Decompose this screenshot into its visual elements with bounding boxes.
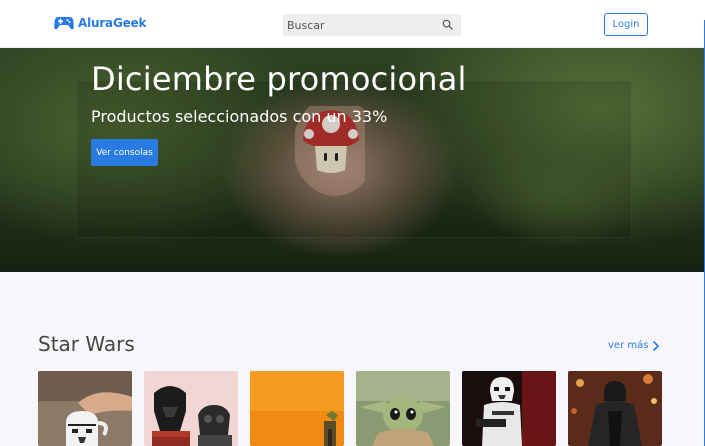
hero-title: Diciembre promocional (91, 60, 467, 98)
baby-yoda-image (356, 371, 450, 446)
product-card-yoda-figure[interactable] (250, 371, 344, 446)
hero-overlay-box (76, 80, 632, 238)
gamepad-icon (54, 17, 74, 30)
darth-vader-lego-image (144, 371, 238, 446)
see-more-label: ver más (608, 340, 649, 351)
view-consoles-button[interactable]: Ver consolas (91, 139, 158, 166)
logo-text: AluraGeek (78, 16, 147, 30)
product-card-kylo-ren-figure[interactable] (568, 371, 662, 446)
product-card-darth-vader-lego[interactable] (144, 371, 238, 446)
product-card-baby-yoda[interactable] (356, 371, 450, 446)
search-input[interactable] (283, 14, 433, 36)
product-card-stormtrooper-figure[interactable] (462, 371, 556, 446)
header: AluraGeek Login (0, 0, 705, 48)
logo[interactable]: AluraGeek (54, 15, 146, 31)
hero-subtitle: Productos seleccionados con un 33% (91, 107, 388, 126)
stormtrooper-mug-image (38, 371, 132, 446)
login-button[interactable]: Login (604, 13, 648, 36)
search-bar[interactable] (283, 14, 461, 36)
search-icon[interactable] (442, 19, 453, 30)
stormtrooper-figure-image (462, 371, 556, 446)
chevron-right-icon (653, 340, 660, 351)
yoda-figure-image (250, 371, 344, 446)
section-title: Star Wars (38, 332, 135, 356)
product-card-stormtrooper-mug[interactable] (38, 371, 132, 446)
product-list (38, 371, 663, 446)
kylo-ren-figure-image (568, 371, 662, 446)
see-more-link[interactable]: ver más (608, 340, 660, 351)
